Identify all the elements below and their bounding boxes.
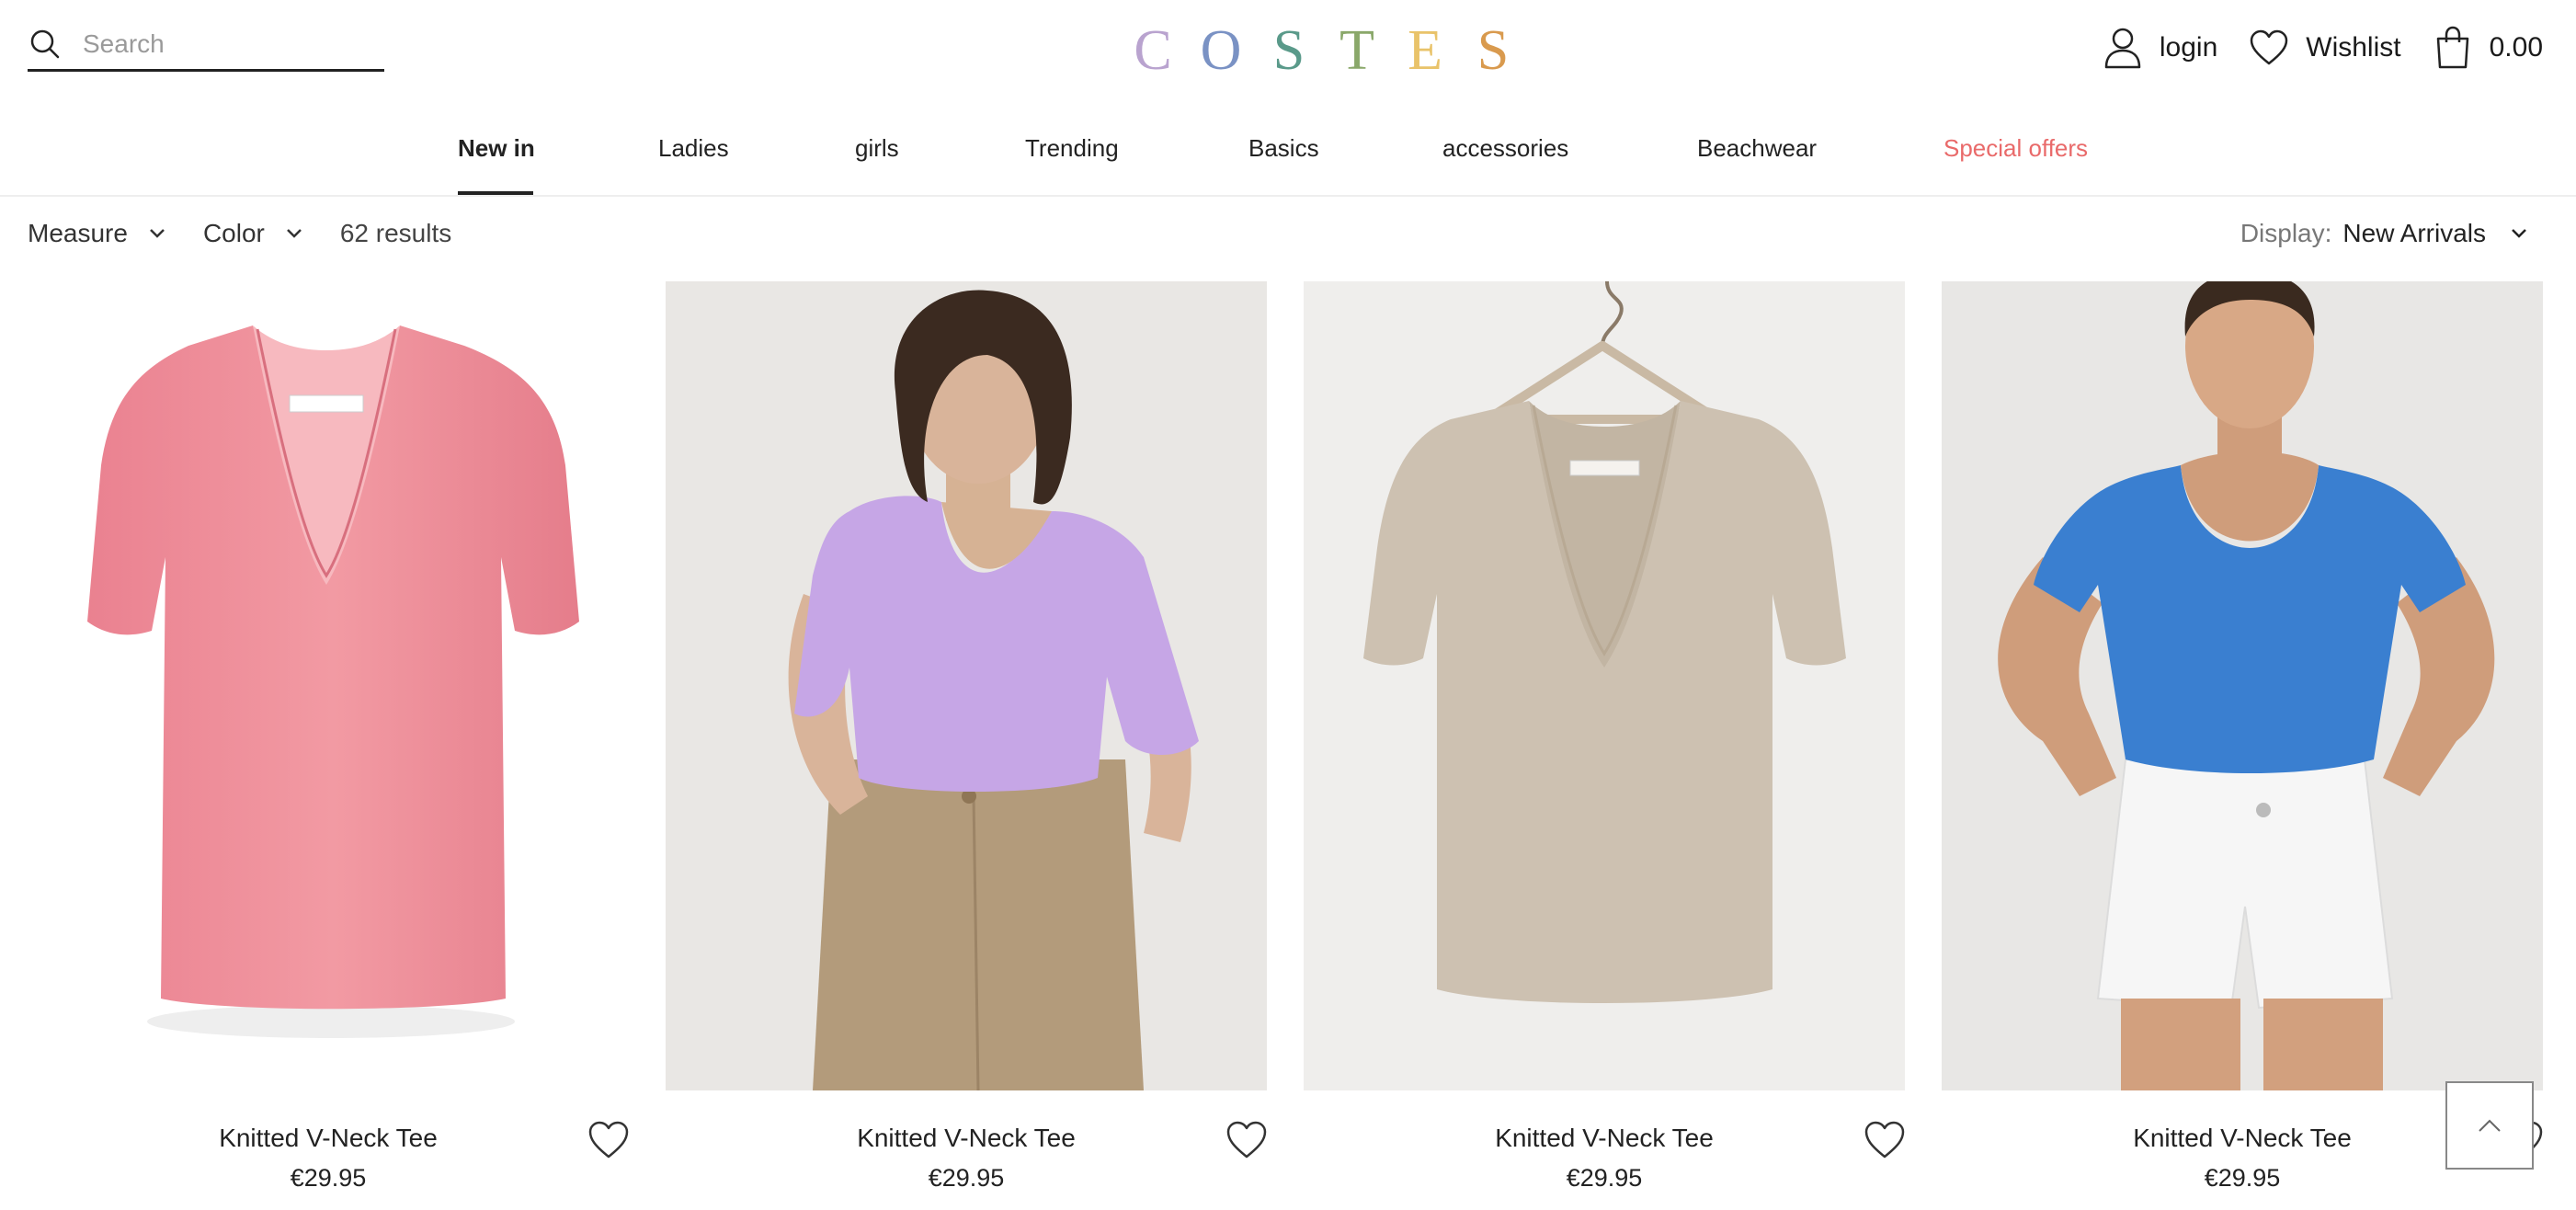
product-title[interactable]: Knitted V-Neck Tee bbox=[1304, 1124, 1905, 1153]
main-navigation: New in Ladies girls Trending Basics acce… bbox=[0, 134, 2576, 195]
login-link[interactable]: login bbox=[2103, 26, 2217, 70]
logo-letter: S bbox=[1272, 19, 1307, 82]
product-card[interactable]: Knitted V-Neck Tee €29.95 bbox=[1304, 281, 1905, 1210]
nav-item-basics[interactable]: Basics bbox=[1248, 134, 1319, 163]
add-to-wishlist-heart-icon[interactable] bbox=[587, 1120, 631, 1160]
shopping-bag-icon bbox=[2436, 26, 2468, 69]
heart-icon bbox=[2251, 29, 2288, 65]
logo-letter: T bbox=[1339, 19, 1376, 82]
site-header: C O S T E S login Wishlist 0.00 bbox=[0, 0, 2576, 197]
sort-selector[interactable]: Display: New Arrivals bbox=[2240, 219, 2528, 248]
display-value[interactable]: New Arrivals bbox=[2342, 219, 2486, 248]
measure-filter-label: Measure bbox=[28, 219, 128, 247]
product-card[interactable]: Knitted V-Neck Tee €29.95 bbox=[1942, 281, 2543, 1210]
cart-total: 0.00 bbox=[2489, 32, 2543, 63]
product-price: €29.95 bbox=[290, 1164, 367, 1192]
wishlist-label: Wishlist bbox=[2306, 32, 2401, 63]
product-title[interactable]: Knitted V-Neck Tee bbox=[666, 1124, 1267, 1153]
logo-letter: E bbox=[1408, 19, 1444, 82]
back-to-top-button[interactable] bbox=[2445, 1081, 2534, 1170]
wishlist-link[interactable]: Wishlist bbox=[2249, 26, 2401, 70]
add-to-wishlist-heart-icon[interactable] bbox=[1863, 1120, 1907, 1160]
product-price: €29.95 bbox=[928, 1164, 1005, 1192]
lilac-tee-model-illustration bbox=[666, 281, 1267, 1090]
product-image[interactable] bbox=[28, 281, 629, 1090]
chevron-down-icon bbox=[286, 229, 302, 238]
pink-tee-illustration bbox=[87, 325, 579, 1038]
chevron-down-icon bbox=[2512, 229, 2526, 238]
add-to-wishlist-heart-icon[interactable] bbox=[1225, 1120, 1269, 1160]
filter-bar: Measure Color 62 results bbox=[28, 219, 451, 248]
user-icon bbox=[2104, 28, 2141, 69]
nav-item-girls[interactable]: girls bbox=[855, 134, 899, 163]
chevron-up-icon bbox=[2479, 1119, 2501, 1132]
nav-item-trending[interactable]: Trending bbox=[1025, 134, 1119, 163]
active-nav-underline bbox=[458, 191, 533, 195]
blue-tee-model-illustration bbox=[1942, 281, 2543, 1090]
brand-logo[interactable]: C O S T E S bbox=[1131, 18, 1517, 84]
nav-item-special-offers[interactable]: Special offers bbox=[1943, 134, 2088, 163]
color-filter-label: Color bbox=[202, 219, 265, 247]
search-input[interactable] bbox=[83, 29, 359, 59]
cart-link[interactable]: 0.00 bbox=[2433, 26, 2543, 70]
search-box bbox=[28, 18, 384, 72]
logo-letter: C bbox=[1134, 19, 1174, 82]
color-filter[interactable]: Color bbox=[203, 219, 303, 248]
nav-item-accessories[interactable]: accessories bbox=[1442, 134, 1568, 163]
nav-item-new-in[interactable]: New in bbox=[458, 134, 535, 163]
product-price: €29.95 bbox=[1566, 1164, 1643, 1192]
chevron-down-icon bbox=[150, 229, 165, 238]
nav-item-ladies[interactable]: Ladies bbox=[658, 134, 729, 163]
display-label: Display: bbox=[2240, 219, 2332, 247]
product-title[interactable]: Knitted V-Neck Tee bbox=[28, 1124, 629, 1153]
beige-tee-hanger-illustration bbox=[1304, 281, 1905, 1090]
search-icon[interactable] bbox=[29, 29, 61, 60]
product-image[interactable] bbox=[1304, 281, 1905, 1090]
header-actions: login Wishlist 0.00 bbox=[2103, 26, 2543, 70]
logo-letter: O bbox=[1200, 19, 1244, 82]
login-label: login bbox=[2159, 32, 2218, 63]
nav-item-beachwear[interactable]: Beachwear bbox=[1697, 134, 1817, 163]
measure-filter[interactable]: Measure bbox=[28, 219, 166, 248]
logo-letter: S bbox=[1476, 19, 1511, 82]
results-count: 62 results bbox=[339, 219, 452, 247]
product-card[interactable]: Knitted V-Neck Tee €29.95 bbox=[28, 281, 629, 1210]
product-card[interactable]: Knitted V-Neck Tee €29.95 bbox=[666, 281, 1267, 1210]
product-image[interactable] bbox=[666, 281, 1267, 1090]
product-image[interactable] bbox=[1942, 281, 2543, 1090]
